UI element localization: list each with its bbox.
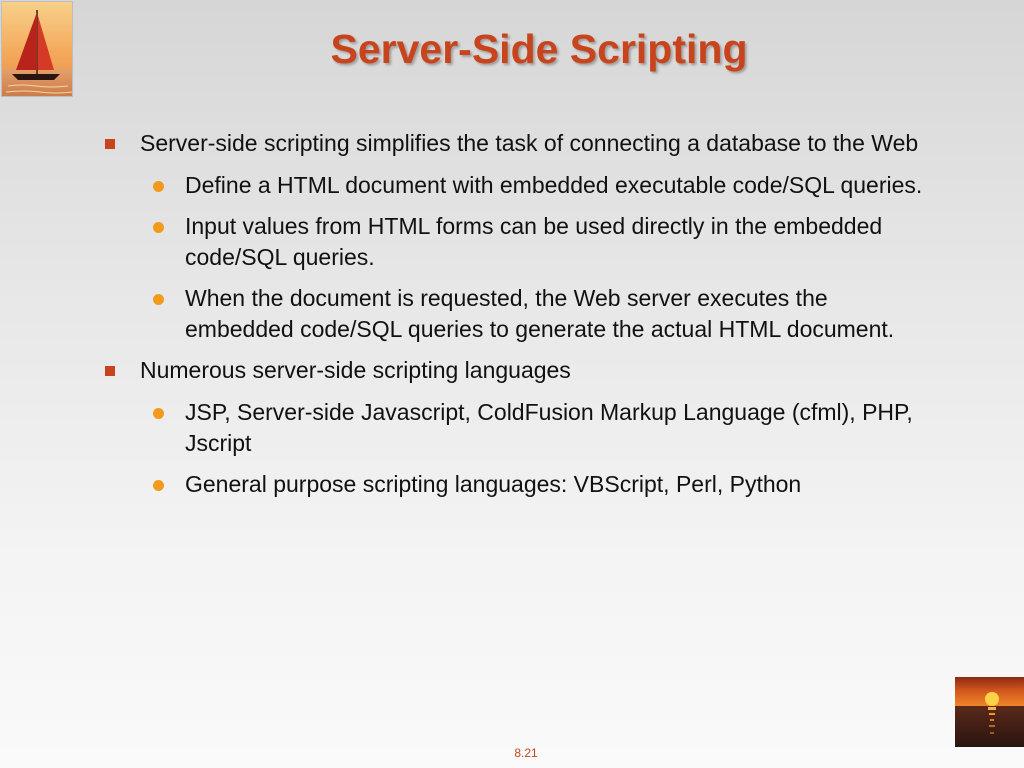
sub-bullet-text: When the document is requested, the Web … [185,285,895,342]
bullet-scripting-languages: Numerous server-side scripting languages [100,355,940,386]
dot-bullet-icon [153,480,164,491]
sub-bullet-text: Define a HTML document with embedded exe… [185,172,923,198]
dot-bullet-icon [153,294,164,305]
dot-bullet-icon [153,408,164,419]
sub-bullet-general-purpose: General purpose scripting languages: VBS… [100,469,940,500]
bullet-text: Server-side scripting simplifies the tas… [140,130,919,156]
square-bullet-icon [105,139,115,149]
sub-bullet-form-values: Input values from HTML forms can be used… [100,211,940,273]
bullet-text: Numerous server-side scripting languages [140,357,571,383]
slide: Server-Side Scripting Server-side script… [0,0,1024,768]
sunset-icon [955,677,1024,747]
slide-content: Server-side scripting simplifies the tas… [100,128,940,510]
dot-bullet-icon [153,181,164,192]
sunset-image [955,677,1024,747]
sub-bullet-text: Input values from HTML forms can be used… [185,213,883,270]
sub-bullet-text: General purpose scripting languages: VBS… [185,471,802,497]
sub-bullet-server-executes: When the document is requested, the Web … [100,283,940,345]
sub-bullet-embedded-code: Define a HTML document with embedded exe… [100,170,940,201]
sub-bullet-text: JSP, Server-side Javascript, ColdFusion … [185,399,913,456]
page-number: 8.21 [514,746,538,760]
square-bullet-icon [105,366,115,376]
bullet-connecting-database: Server-side scripting simplifies the tas… [100,128,940,159]
slide-title: Server-Side Scripting [330,26,748,72]
wave-decoration [995,606,1024,611]
sub-bullet-jsp-list: JSP, Server-side Javascript, ColdFusion … [100,397,940,459]
dot-bullet-icon [153,222,164,233]
